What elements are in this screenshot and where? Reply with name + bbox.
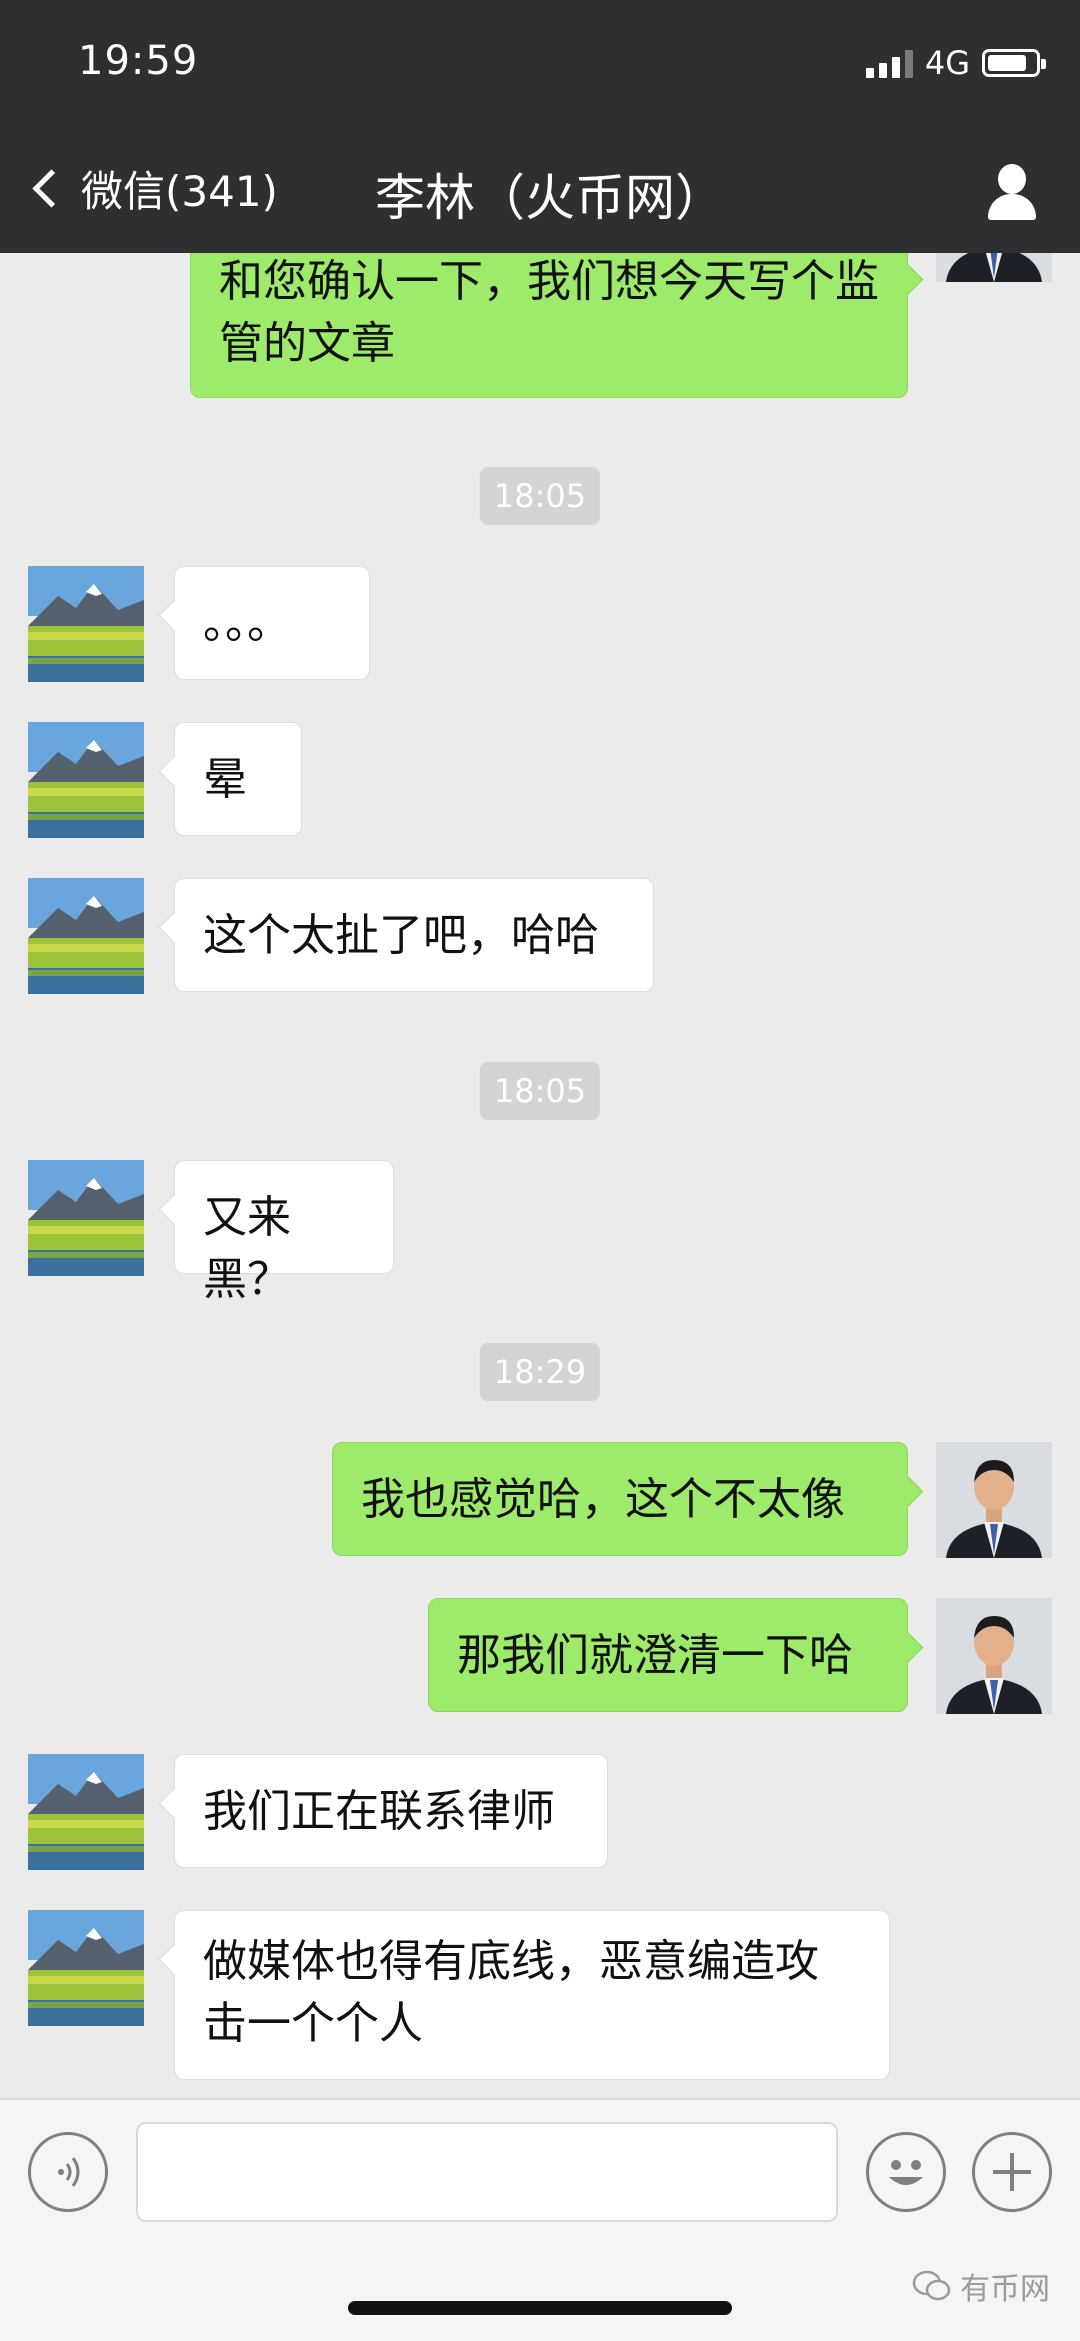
message-bubble[interactable]: 做媒体也得有底线，恶意编造攻击一个个人 xyxy=(174,1910,890,2080)
message-bubble[interactable]: 我们正在联系律师 xyxy=(174,1754,608,1868)
signal-icon xyxy=(865,48,913,78)
timestamp: 18:05 xyxy=(479,467,601,525)
status-time: 19:59 xyxy=(78,38,199,84)
message-bubble[interactable]: 。。。 xyxy=(174,566,370,680)
message-bubble[interactable]: 这个太扯了吧，哈哈 xyxy=(174,878,654,992)
voice-icon xyxy=(58,2157,80,2187)
landscape-avatar-icon xyxy=(28,878,144,994)
landscape-avatar-icon xyxy=(28,1910,144,2026)
message-bubble[interactable]: 我也感觉哈，这个不太像 xyxy=(332,1442,908,1556)
contact-avatar[interactable] xyxy=(28,1754,144,1870)
more-options-button[interactable] xyxy=(972,2132,1052,2212)
landscape-avatar-icon xyxy=(28,566,144,682)
watermark-text: 有币网 xyxy=(960,2272,1050,2307)
self-avatar[interactable] xyxy=(936,1442,1052,1558)
watermark: 有币网 xyxy=(912,2264,1050,2308)
emoji-button[interactable] xyxy=(866,2132,946,2212)
plus-icon xyxy=(993,2153,1031,2191)
timestamp: 18:29 xyxy=(479,1343,601,1401)
contact-avatar[interactable] xyxy=(28,878,144,994)
contact-avatar[interactable] xyxy=(28,1910,144,2026)
network-type: 4G xyxy=(924,44,970,82)
message-bubble[interactable]: 那我们就澄清一下哈 xyxy=(428,1598,908,1712)
message-text-input[interactable] xyxy=(136,2122,838,2222)
avatar-photo-icon xyxy=(936,1598,1052,1714)
smiley-icon xyxy=(889,2160,923,2185)
status-indicators: 4G xyxy=(865,44,1046,82)
message-bubble[interactable]: 又来黑？ xyxy=(174,1160,394,1305)
contact-avatar[interactable] xyxy=(28,722,144,838)
chat-header: 19:59 4G 微信(341) 李林（火币网） xyxy=(0,0,1080,253)
nav-bar: 微信(341) 李林（火币网） xyxy=(0,150,1080,230)
timestamp: 18:05 xyxy=(479,1062,601,1120)
landscape-avatar-icon xyxy=(28,722,144,838)
avatar-photo-icon xyxy=(936,1442,1052,1558)
landscape-avatar-icon xyxy=(28,1754,144,1870)
home-indicator[interactable] xyxy=(348,2301,732,2315)
wechat-logo-icon xyxy=(912,2270,951,2301)
chat-title: 李林（火币网） xyxy=(375,169,725,227)
landscape-avatar-icon xyxy=(28,1160,144,1276)
message-bubble[interactable]: 晕 xyxy=(174,722,302,836)
contact-profile-button[interactable] xyxy=(984,164,1040,220)
voice-input-button[interactable] xyxy=(28,2132,108,2212)
battery-icon xyxy=(982,49,1046,77)
message-bubble[interactable]: 和您确认一下，我们想今天写个监管的文章 xyxy=(190,230,908,398)
contact-avatar[interactable] xyxy=(28,1160,144,1276)
contact-avatar[interactable] xyxy=(28,566,144,682)
self-avatar[interactable] xyxy=(936,1598,1052,1714)
